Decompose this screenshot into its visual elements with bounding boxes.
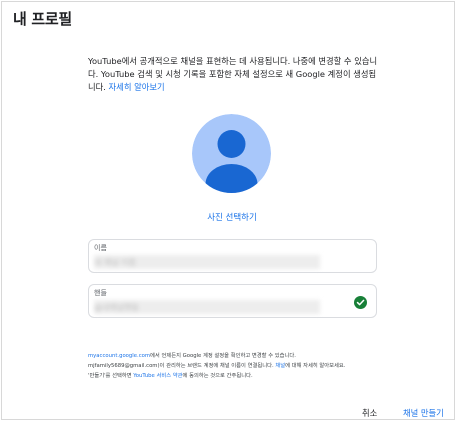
footer-text-4: '만들기'를 선택하면 [88, 373, 134, 379]
footer-text-3: 에 대해 자세히 알아보세요. [285, 363, 346, 369]
intro-text: YouTube에서 공개적으로 채널을 표현하는 데 사용됩니다. 나중에 변경… [88, 55, 378, 94]
name-field[interactable]: 이름 [88, 239, 377, 273]
footer-line-1: myaccount.google.com에서 언제든지 Google 계정 설정… [88, 351, 388, 361]
footer-notice: myaccount.google.com에서 언제든지 Google 계정 설정… [88, 351, 388, 381]
footer-email: mjfamily5689@gmail.com [88, 363, 158, 369]
footer-line-2: mjfamily5689@gmail.com)이 관리하는 브랜드 계정에 채널… [88, 361, 388, 371]
profile-avatar[interactable] [192, 114, 271, 193]
footer-text-2: )이 관리하는 브랜드 계정에 채널 이름이 연결됩니다. [157, 363, 274, 369]
create-channel-button[interactable]: 채널 만들기 [403, 407, 444, 419]
footer-line-3: '만들기'를 선택하면 YouTube 서비스 약관에 동의하는 것으로 간주됩… [88, 371, 388, 381]
cancel-button[interactable]: 취소 [362, 407, 377, 419]
footer-text-5: 에 동의하는 것으로 간주됩니다. [182, 373, 253, 379]
handle-input[interactable] [94, 300, 320, 314]
check-circle-icon [354, 296, 367, 309]
name-field-label: 이름 [94, 244, 107, 252]
myaccount-link[interactable]: myaccount.google.com [88, 353, 150, 359]
handle-field-label: 핸들 [94, 289, 107, 297]
create-channel-dialog: 내 프로필 YouTube에서 공개적으로 채널을 표현하는 데 사용됩니다. … [1, 1, 455, 420]
learn-more-link[interactable]: 자세히 알아보기 [109, 82, 165, 92]
name-input[interactable] [94, 255, 320, 269]
default-profile-avatar-icon [192, 114, 271, 193]
choose-photo-link[interactable]: 사진 선택하기 [172, 211, 292, 223]
terms-of-service-link[interactable]: YouTube 서비스 약관 [133, 373, 182, 379]
footer-text-1: 에서 언제든지 Google 계정 설정을 확인하고 변경할 수 있습니다. [150, 353, 296, 359]
handle-field[interactable]: 핸들 [88, 284, 377, 318]
channel-info-link[interactable]: 채널 [275, 363, 285, 369]
dialog-title: 내 프로필 [13, 10, 72, 28]
